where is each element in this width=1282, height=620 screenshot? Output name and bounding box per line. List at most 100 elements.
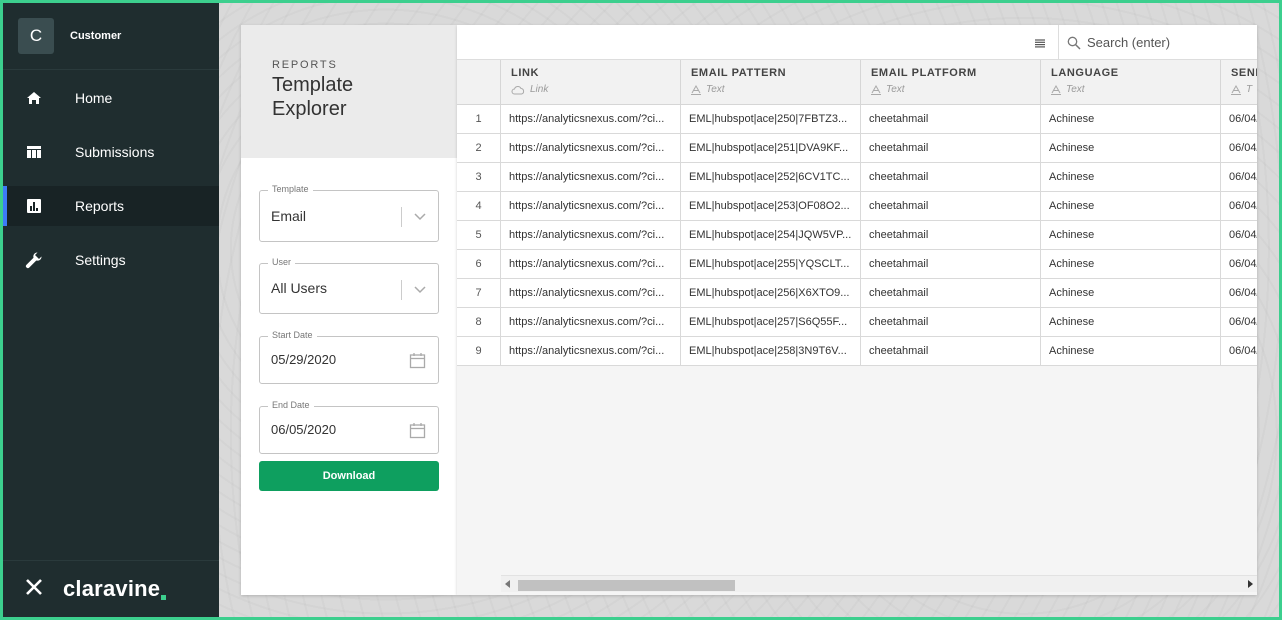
table-cell-send[interactable]: 06/04/ <box>1221 337 1257 365</box>
sidebar-item-submissions[interactable]: Submissions <box>3 132 219 172</box>
table-cell-n[interactable]: 6 <box>457 250 501 278</box>
table-cell-language[interactable]: Achinese <box>1041 192 1221 220</box>
table-cell-platform[interactable]: cheetahmail <box>861 134 1041 162</box>
table-cell-n[interactable]: 5 <box>457 221 501 249</box>
table-row[interactable]: 6 https://analyticsnexus.com/?ci... EML|hu… <box>457 250 1257 279</box>
table-cell-platform[interactable]: cheetahmail <box>861 250 1041 278</box>
page-title-line2: Explorer <box>272 98 347 120</box>
table-row[interactable]: 2 https://analyticsnexus.com/?ci... EML|hu… <box>457 134 1257 163</box>
column-title: LANGUAGE <box>1051 67 1119 79</box>
table-cell-link[interactable]: https://analyticsnexus.com/?ci... <box>501 308 681 336</box>
template-label: Template <box>268 184 313 194</box>
table-cell-link[interactable]: https://analyticsnexus.com/?ci... <box>501 337 681 365</box>
table-cell-pattern[interactable]: EML|hubspot|ace|256|X6XTO9... <box>681 279 861 307</box>
select-divider <box>401 280 402 300</box>
column-type: Text <box>871 84 1040 95</box>
table-cell-pattern[interactable]: EML|hubspot|ace|257|S6Q55F... <box>681 308 861 336</box>
end-date-label: End Date <box>268 400 314 410</box>
calendar-icon[interactable] <box>409 422 426 439</box>
table-cell-n[interactable]: 3 <box>457 163 501 191</box>
table-cell-n[interactable]: 1 <box>457 105 501 133</box>
table-row[interactable]: 3 https://analyticsnexus.com/?ci... EML|hu… <box>457 163 1257 192</box>
table-cell-link[interactable]: https://analyticsnexus.com/?ci... <box>501 221 681 249</box>
table-cell-pattern[interactable]: EML|hubspot|ace|258|3N9T6V... <box>681 337 861 365</box>
table-cell-send[interactable]: 06/04/ <box>1221 279 1257 307</box>
table-cell-n[interactable]: 2 <box>457 134 501 162</box>
table-cell-language[interactable]: Achinese <box>1041 337 1221 365</box>
table-cell-send[interactable]: 06/04/ <box>1221 192 1257 220</box>
table-cell-send[interactable]: 06/04/ <box>1221 250 1257 278</box>
scroll-left-arrow[interactable] <box>505 580 510 588</box>
table-cell-language[interactable]: Achinese <box>1041 163 1221 191</box>
table-cell-language[interactable]: Achinese <box>1041 105 1221 133</box>
column-header-email-pattern[interactable]: EMAIL PATTERN Text <box>681 60 861 105</box>
table-cell-send[interactable]: 06/04/ <box>1221 221 1257 249</box>
table-cell-platform[interactable]: cheetahmail <box>861 279 1041 307</box>
table-row[interactable]: 9 https://analyticsnexus.com/?ci... EML|hu… <box>457 337 1257 366</box>
table-cell-language[interactable]: Achinese <box>1041 134 1221 162</box>
table-row[interactable]: 7 https://analyticsnexus.com/?ci... EML|hu… <box>457 279 1257 308</box>
table-cell-n[interactable]: 8 <box>457 308 501 336</box>
scrollbar-thumb[interactable] <box>518 580 735 591</box>
scroll-right-arrow[interactable] <box>1248 580 1253 588</box>
column-header-send[interactable]: SEND T <box>1221 60 1257 105</box>
end-date-field[interactable]: End Date 06/05/2020 <box>259 400 439 454</box>
table-cell-language[interactable]: Achinese <box>1041 250 1221 278</box>
chevron-down-icon[interactable] <box>413 282 427 296</box>
table-cell-link[interactable]: https://analyticsnexus.com/?ci... <box>501 163 681 191</box>
table-row[interactable]: 5 https://analyticsnexus.com/?ci... EML|hu… <box>457 221 1257 250</box>
close-icon[interactable] <box>25 578 43 601</box>
table-cell-link[interactable]: https://analyticsnexus.com/?ci... <box>501 250 681 278</box>
menu-icon[interactable] <box>1033 36 1047 50</box>
table-cell-platform[interactable]: cheetahmail <box>861 192 1041 220</box>
table-cell-send[interactable]: 06/04/ <box>1221 134 1257 162</box>
brand-logo: claravine <box>63 576 167 602</box>
sidebar-item-home[interactable]: Home <box>3 78 219 118</box>
table-cell-send[interactable]: 06/04/ <box>1221 163 1257 191</box>
chevron-down-icon[interactable] <box>413 209 427 223</box>
sidebar-item-reports[interactable]: Reports <box>3 186 219 226</box>
column-header-language[interactable]: LANGUAGE Text <box>1041 60 1221 105</box>
table-cell-send[interactable]: 06/04/ <box>1221 308 1257 336</box>
column-type-label: Link <box>530 84 549 95</box>
column-header-email-platform[interactable]: EMAIL PLATFORM Text <box>861 60 1041 105</box>
table-cell-language[interactable]: Achinese <box>1041 221 1221 249</box>
table-cell-language[interactable]: Achinese <box>1041 279 1221 307</box>
table-cell-link[interactable]: https://analyticsnexus.com/?ci... <box>501 134 681 162</box>
search-input[interactable]: Search (enter) <box>1058 25 1257 60</box>
table-cell-platform[interactable]: cheetahmail <box>861 221 1041 249</box>
start-date-field[interactable]: Start Date 05/29/2020 <box>259 330 439 384</box>
table-row[interactable]: 8 https://analyticsnexus.com/?ci... EML|hu… <box>457 308 1257 337</box>
table-cell-link[interactable]: https://analyticsnexus.com/?ci... <box>501 192 681 220</box>
table-cell-platform[interactable]: cheetahmail <box>861 308 1041 336</box>
download-button[interactable]: Download <box>259 461 439 491</box>
avatar[interactable]: C <box>18 18 54 54</box>
table-cell-language[interactable]: Achinese <box>1041 308 1221 336</box>
table-cell-platform[interactable]: cheetahmail <box>861 337 1041 365</box>
calendar-icon[interactable] <box>409 352 426 369</box>
table-cell-pattern[interactable]: EML|hubspot|ace|251|DVA9KF... <box>681 134 861 162</box>
sidebar-item-settings[interactable]: Settings <box>3 240 219 280</box>
table-row[interactable]: 1 https://analyticsnexus.com/?ci... EML|hu… <box>457 105 1257 134</box>
table-cell-platform[interactable]: cheetahmail <box>861 163 1041 191</box>
template-select[interactable]: Template Email <box>259 184 439 242</box>
table-cell-send[interactable]: 06/04/ <box>1221 105 1257 133</box>
table-cell-n[interactable]: 4 <box>457 192 501 220</box>
table-row[interactable]: 4 https://analyticsnexus.com/?ci... EML|hu… <box>457 192 1257 221</box>
table-cell-pattern[interactable]: EML|hubspot|ace|253|OF08O2... <box>681 192 861 220</box>
table-cell-platform[interactable]: cheetahmail <box>861 105 1041 133</box>
table-cell-pattern[interactable]: EML|hubspot|ace|254|JQW5VP... <box>681 221 861 249</box>
table-header: LINK Link EMAIL PATTERN Text EMAIL PLATF… <box>457 60 1257 105</box>
table-cell-link[interactable]: https://analyticsnexus.com/?ci... <box>501 279 681 307</box>
table-cell-pattern[interactable]: EML|hubspot|ace|252|6CV1TC... <box>681 163 861 191</box>
table-cell-pattern[interactable]: EML|hubspot|ace|255|YQSCLT... <box>681 250 861 278</box>
table-cell-n[interactable]: 7 <box>457 279 501 307</box>
table-cell-n[interactable]: 9 <box>457 337 501 365</box>
column-header-link[interactable]: LINK Link <box>501 60 681 105</box>
sidebar-header[interactable]: C Customer <box>3 3 219 70</box>
user-select[interactable]: User All Users <box>259 257 439 314</box>
table-cell-pattern[interactable]: EML|hubspot|ace|250|7FBTZ3... <box>681 105 861 133</box>
grid-toolbar: Search (enter) <box>457 25 1257 60</box>
horizontal-scrollbar[interactable] <box>501 575 1257 592</box>
table-cell-link[interactable]: https://analyticsnexus.com/?ci... <box>501 105 681 133</box>
